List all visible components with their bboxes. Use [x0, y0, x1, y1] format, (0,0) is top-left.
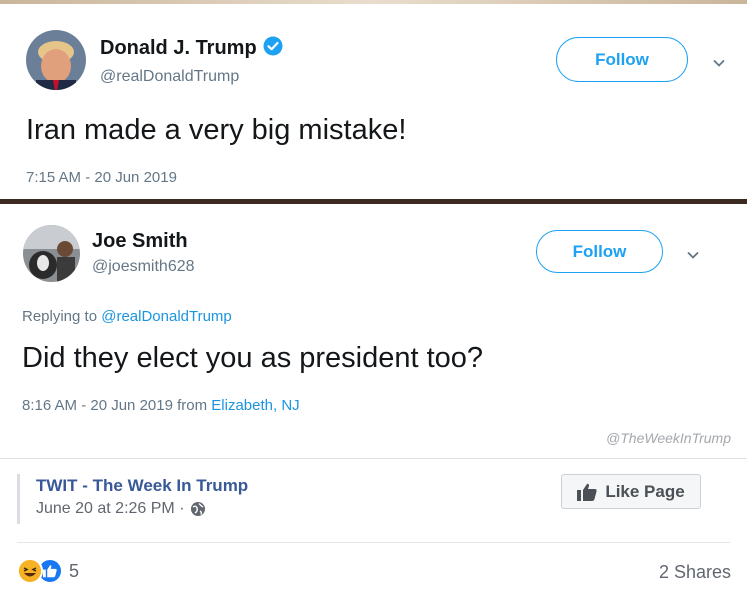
follow-button[interactable]: Follow	[536, 230, 663, 273]
replying-prefix: Replying to	[22, 308, 102, 325]
tweet-meta: 8:16 AM - 20 Jun 2019 from Elizabeth, NJ	[22, 397, 300, 414]
author-row: Joe Smith	[92, 230, 188, 253]
avatar-trump[interactable]	[26, 30, 86, 90]
tweet-card-trump: Donald J. Trump @realDonaldTrump Follow …	[0, 4, 747, 199]
reaction-count: 5	[69, 560, 80, 581]
tweet-text: Did they elect you as president too?	[22, 342, 484, 374]
like-page-label: Like Page	[605, 481, 685, 501]
follow-button[interactable]: Follow	[556, 37, 688, 82]
post-time: June 20 at 2:26 PM ·	[36, 500, 206, 518]
chevron-down-icon[interactable]	[712, 56, 726, 70]
author-handle[interactable]: @joesmith628	[92, 258, 195, 276]
thumbs-up-icon	[577, 483, 597, 501]
tweet-text: Iran made a very big mistake!	[26, 114, 407, 146]
watermark: @TheWeekInTrump	[606, 430, 731, 446]
page-name-link[interactable]: TWIT - The Week In Trump	[36, 476, 248, 496]
author-name[interactable]: Joe Smith	[92, 230, 188, 253]
quote-bar	[17, 474, 20, 524]
avatar-joe-smith[interactable]	[23, 225, 80, 282]
reactions-divider	[17, 542, 730, 543]
post-timestamp-link[interactable]: June 20 at 2:26 PM ·	[36, 500, 185, 518]
chevron-down-icon[interactable]	[686, 248, 700, 262]
replying-handle-link[interactable]: @realDonaldTrump	[101, 308, 232, 325]
author-handle[interactable]: @realDonaldTrump	[100, 68, 239, 86]
like-page-button[interactable]: Like Page	[561, 474, 701, 509]
tweet-timestamp[interactable]: 8:16 AM - 20 Jun 2019 from	[22, 397, 211, 414]
shares-count-link[interactable]: 2 Shares	[659, 562, 731, 583]
location-link[interactable]: Elizabeth, NJ	[211, 397, 299, 414]
author-name[interactable]: Donald J. Trump	[100, 37, 257, 60]
tweet-timestamp[interactable]: 7:15 AM - 20 Jun 2019	[26, 169, 177, 186]
verified-badge-icon	[263, 36, 283, 61]
globe-icon	[190, 502, 205, 516]
tweet-card-reply: Joe Smith @joesmith628 Follow Replying t…	[0, 204, 747, 456]
post-divider	[0, 458, 747, 459]
haha-reaction-icon	[17, 558, 43, 584]
author-row: Donald J. Trump	[100, 36, 283, 61]
replying-to: Replying to @realDonaldTrump	[22, 308, 232, 325]
reactions-summary[interactable]: 5	[17, 558, 79, 584]
